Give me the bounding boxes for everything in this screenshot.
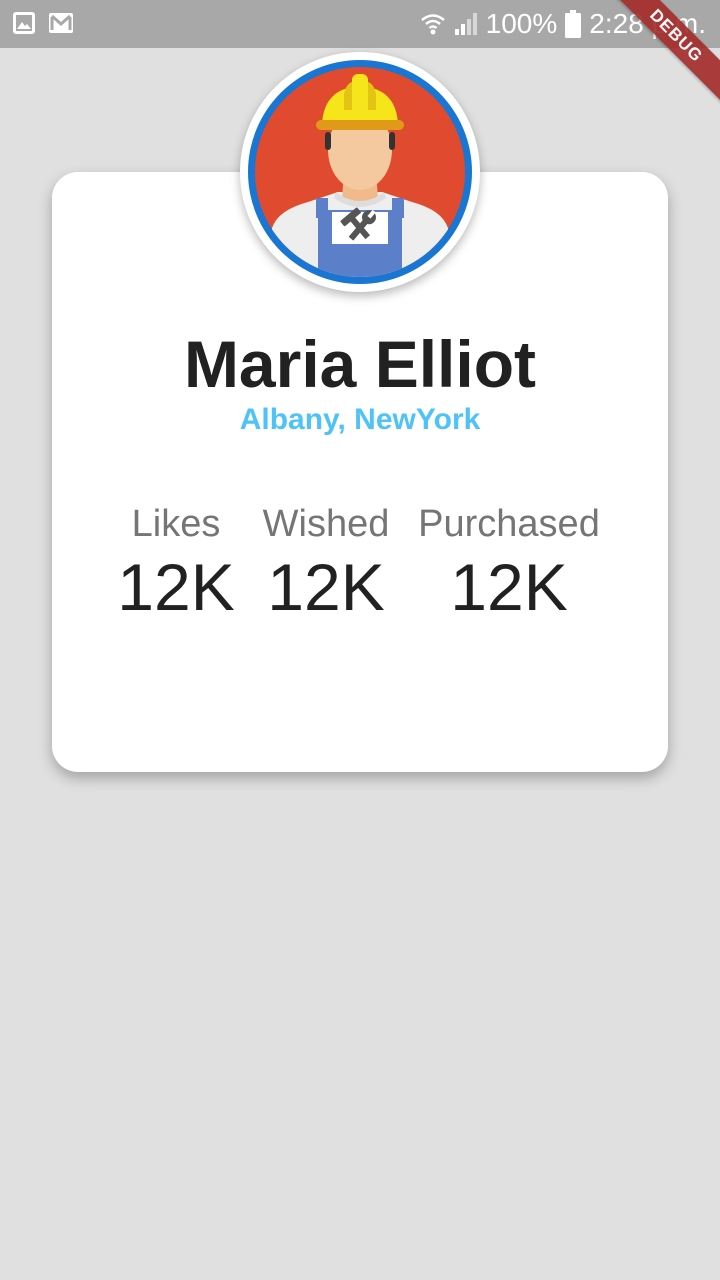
- stat-value: 12K: [117, 550, 235, 624]
- signal-icon: [454, 11, 478, 37]
- gmail-icon: [48, 11, 74, 35]
- stat-label: Purchased: [418, 503, 600, 545]
- avatar[interactable]: [240, 52, 480, 292]
- stat-wished: Wished 12K: [256, 500, 396, 624]
- stat-purchased: Purchased 12K: [408, 500, 610, 624]
- image-icon: [12, 11, 36, 35]
- status-bar-left: [12, 11, 74, 35]
- app-screen: 100% 2:28 p.m. DEBUG: [0, 0, 720, 1280]
- status-bar: 100% 2:28 p.m.: [0, 0, 720, 48]
- battery-icon: [565, 10, 582, 38]
- wifi-icon: [420, 11, 446, 37]
- profile-location: Albany, NewYork: [239, 403, 481, 436]
- stat-value: 12K: [267, 550, 385, 624]
- stat-value: 12K: [450, 550, 568, 624]
- worker-icon: [248, 60, 472, 284]
- stat-label: Likes: [131, 503, 221, 545]
- stat-likes: Likes 12K: [110, 500, 242, 624]
- profile-name: Maria Elliot: [183, 327, 537, 401]
- battery-percent: 100%: [485, 8, 558, 39]
- stat-label: Wished: [262, 503, 390, 545]
